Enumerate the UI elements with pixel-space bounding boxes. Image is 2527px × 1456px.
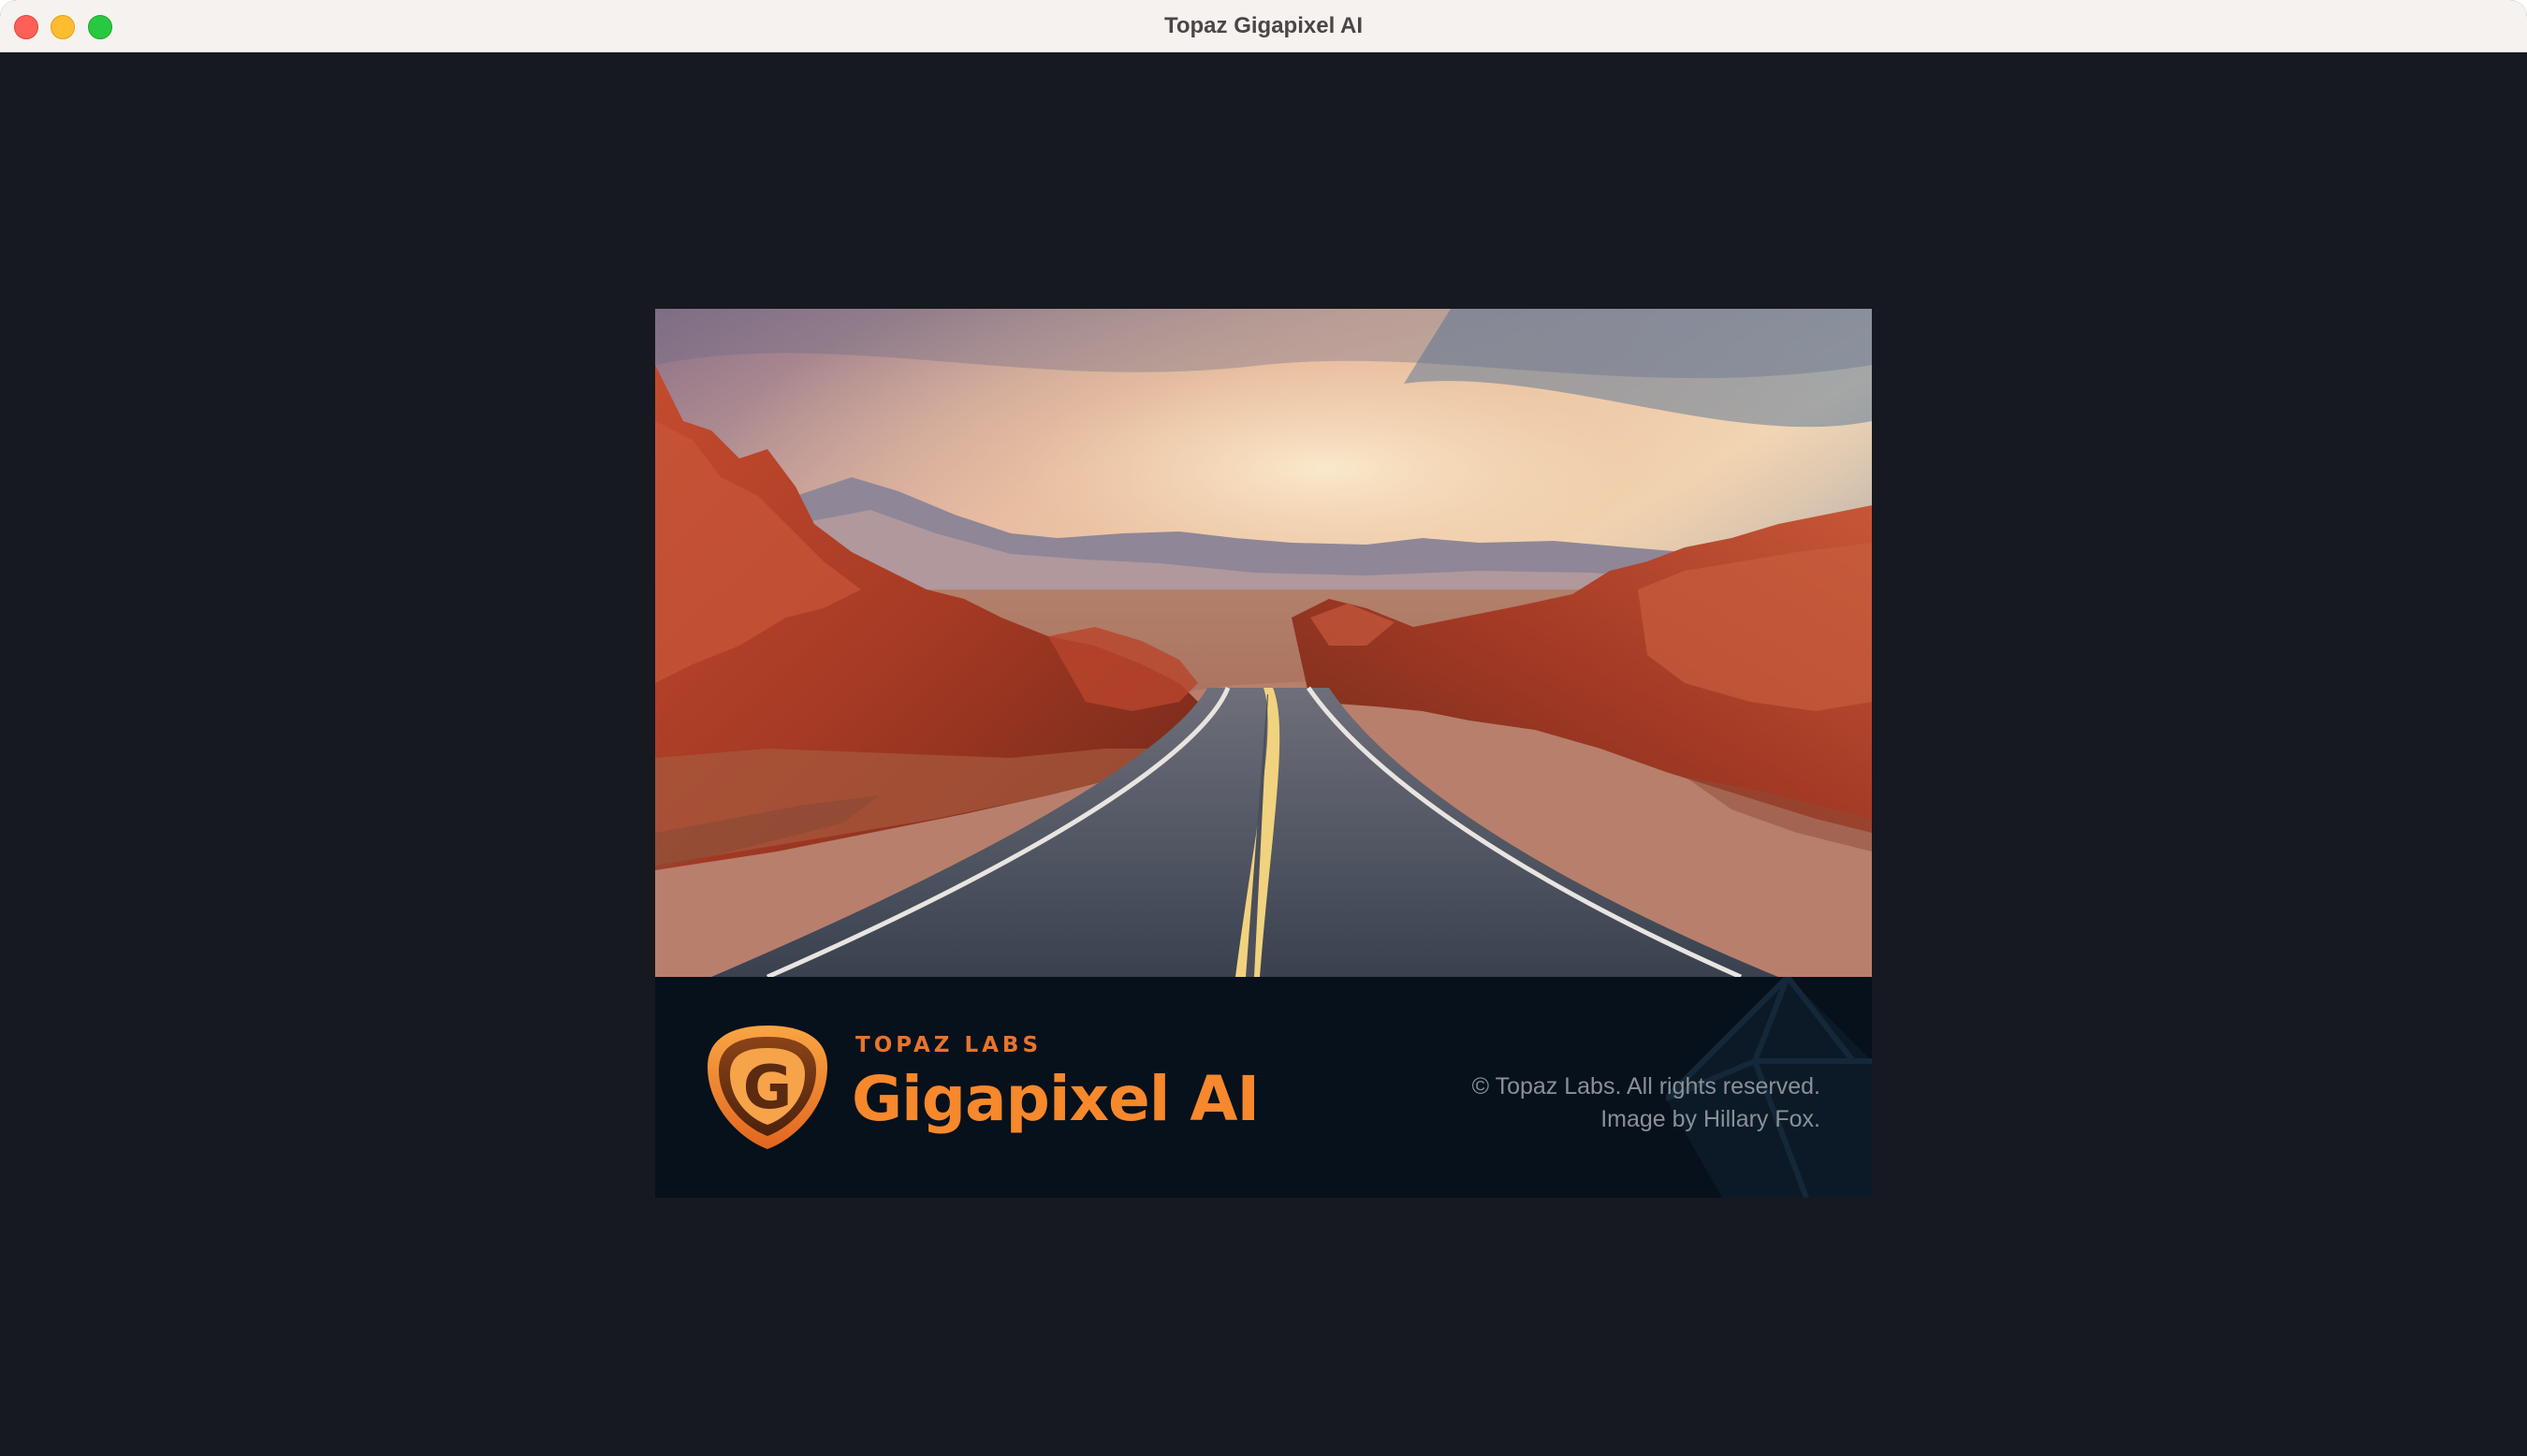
splash-screen: G TOPAZ LABS Gigapixel AI © Topaz Labs. …: [655, 309, 1872, 1198]
gigapixel-logo-icon: G: [708, 1026, 827, 1149]
title-bar[interactable]: Topaz Gigapixel AI: [0, 0, 2527, 52]
app-window: Topaz Gigapixel AI G TOPAZ LABS Gigapixe…: [0, 0, 2527, 1456]
brand-company: TOPAZ LABS: [855, 1033, 1043, 1057]
copyright-text: © Topaz Labs. All rights reserved.: [1471, 1073, 1820, 1099]
window-title: Topaz Gigapixel AI: [1163, 13, 1364, 38]
splash-footer: G TOPAZ LABS Gigapixel AI © Topaz Labs. …: [655, 977, 1872, 1198]
desert-road-photo: [655, 309, 1872, 977]
product-name: Gigapixel AI: [852, 1063, 1260, 1135]
image-credit-text: Image by Hillary Fox.: [1600, 1106, 1820, 1132]
svg-text:G: G: [743, 1054, 793, 1123]
credits: © Topaz Labs. All rights reserved. Image…: [1472, 1070, 1820, 1136]
